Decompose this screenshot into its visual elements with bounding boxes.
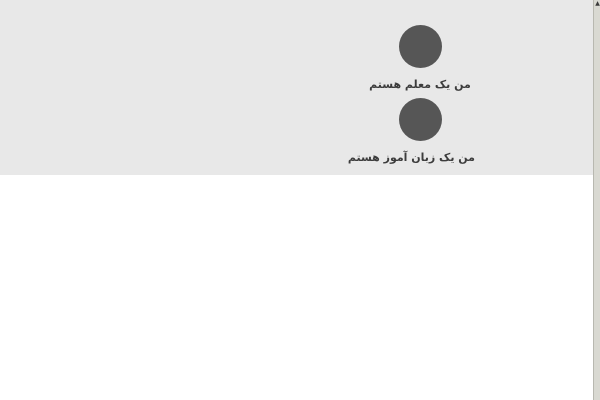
- teacher-role-label[interactable]: من یک معلم هستم: [365, 78, 475, 92]
- teacher-avatar-icon[interactable]: [398, 25, 442, 68]
- main-content: من یک معلم هستم من یک زبان آموز هستم: [0, 0, 593, 400]
- page: من یک معلم هستم من یک زبان آموز هستم ▲: [0, 0, 600, 400]
- learner-role-label[interactable]: من یک زبان آموز هستم: [348, 151, 475, 165]
- learner-avatar-icon[interactable]: [398, 98, 442, 141]
- teacher-role-option[interactable]: من یک معلم هستم: [365, 25, 475, 95]
- scroll-up-icon[interactable]: ▲: [595, 0, 600, 8]
- vertical-scrollbar[interactable]: ▲: [593, 0, 600, 400]
- learner-role-option[interactable]: من یک زبان آموز هستم: [348, 98, 475, 168]
- role-selection-panel: من یک معلم هستم من یک زبان آموز هستم: [0, 0, 593, 175]
